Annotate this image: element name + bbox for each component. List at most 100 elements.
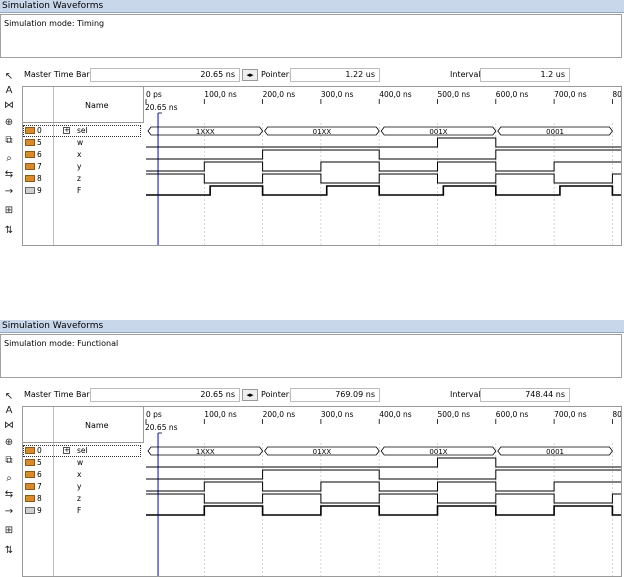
zoom-tool-icon[interactable]: ⊕ [2,116,16,130]
signal-waveform [146,137,621,148]
input-pin-icon [25,139,35,146]
copy-tool-icon[interactable]: ⧉ [2,134,16,148]
signal-name: w [77,138,84,147]
window-title: Simulation Waveforms [0,0,624,13]
input-pin-icon [25,483,35,490]
time-bar: Master Time Bar: 20.65 ns ◂▸ Pointer: 1.… [20,66,624,86]
pointer-field[interactable]: 1.22 us [290,68,380,82]
time-tick-label: 200,0 ns [263,90,296,99]
arrow-right-icon[interactable]: → [2,505,16,519]
time-tick-label: 300,0 ns [321,90,354,99]
signal-row-x[interactable]: 6 x [23,149,144,161]
time-nav-arrows-icon[interactable]: ◂▸ [242,389,258,401]
find-icon[interactable]: ⌕ [2,472,16,486]
input-pin-icon [25,495,35,502]
signal-row-z[interactable]: 8 z [23,493,144,505]
signal-row-w[interactable]: 5 w [23,137,144,149]
cursor-time-label: 20.65 ns [145,423,178,432]
signal-row-F[interactable]: 9 F [23,185,144,197]
time-tick-label: 200,0 ns [263,410,296,419]
count-tool-icon[interactable]: ⊞ [2,204,16,218]
waveform-canvas[interactable]: 0 ps 100,0 ns 200,0 ns 300,0 ns 400,0 ns 500,… [144,87,621,245]
signal-id: 0 [37,126,42,135]
waveform-panel-functional: Simulation Waveforms Simulation mode: Fu… [0,320,624,577]
time-tick-label: 400,0 ns [379,410,412,419]
bus-value: 1XXX [196,128,215,136]
signal-row-sel[interactable]: 0 + sel [23,125,144,137]
sort-icon[interactable]: ⇅ [2,544,16,558]
waveform-canvas[interactable]: 0 ps 100,0 ns 200,0 ns 300,0 ns 400,0 ns 500,… [144,407,621,576]
expand-icon[interactable]: + [63,447,70,454]
time-tick-label: 500,0 ns [438,90,471,99]
name-header: Name [23,407,144,443]
count-tool-icon[interactable]: ⊞ [2,524,16,538]
signal-row-z[interactable]: 8 z [23,173,144,185]
interval-field[interactable]: 1.2 us [480,68,570,82]
signal-id: 8 [37,174,42,183]
master-time-bar-field[interactable]: 20.65 ns [90,68,240,82]
signal-id: 6 [37,150,42,159]
signal-name: y [77,162,82,171]
pointer-tool-icon[interactable]: ↖ [2,70,16,84]
time-nav-arrows-icon[interactable]: ◂▸ [242,69,258,81]
tool-column: ↖ A ⋈ ⊕ ⧉ ⌕ ⇆ → ⊞ ⇅ [0,66,20,236]
waveform-grid: Name 0 + sel 5 w 6 x 7 y 8 z 9 F 0 ps 10… [22,86,622,246]
signal-name: sel [77,126,88,135]
signal-name: z [77,174,81,183]
master-time-bar-field[interactable]: 20.65 ns [90,388,240,402]
sort-icon[interactable]: ⇅ [2,224,16,238]
signal-id: 5 [37,138,42,147]
signal-row-F[interactable]: 9 F [23,505,144,517]
signal-row-x[interactable]: 6 x [23,469,144,481]
signal-waveform [146,173,621,184]
copy-tool-icon[interactable]: ⧉ [2,454,16,468]
signal-waveform [146,505,621,516]
time-tick-label: 500,0 ns [438,410,471,419]
input-pin-icon [25,471,35,478]
tool-column: ↖ A ⋈ ⊕ ⧉ ⌕ ⇆ → ⊞ ⇅ [0,386,20,556]
signal-id: 7 [37,162,42,171]
text-tool-icon[interactable]: A [2,404,16,418]
waveform-grid: Name 0 + sel 5 w 6 x 7 y 8 z 9 F 0 ps 10… [22,406,622,577]
time-tick-label: 100,0 ns [204,410,237,419]
signal-name: F [77,506,82,515]
time-tick-label: 700,0 ns [554,410,587,419]
time-tick-label: 0 ps [146,90,162,99]
arrow-right-icon[interactable]: → [2,185,16,199]
bus-value: 01XX [313,128,332,136]
time-tick-label: 600,0 ns [496,410,529,419]
interval-label: Interval: [450,390,484,399]
signal-waveform [146,185,621,196]
input-pin-icon [25,151,35,158]
signal-row-w[interactable]: 5 w [23,457,144,469]
time-tick-label: 700,0 ns [554,90,587,99]
bus-value: 0001 [546,128,564,136]
signal-row-y[interactable]: 7 y [23,161,144,173]
node-finder-icon[interactable]: ⋈ [2,99,16,113]
text-tool-icon[interactable]: A [2,84,16,98]
signal-name: x [77,470,82,479]
signal-name: F [77,186,82,195]
mode-box: Simulation mode: Timing [0,14,622,58]
signal-waveform [146,149,621,160]
replace-icon[interactable]: ⇆ [2,488,16,502]
find-icon[interactable]: ⌕ [2,152,16,166]
interval-field[interactable]: 748.44 ns [480,388,570,402]
signal-waveform [146,457,621,468]
signal-id: 8 [37,494,42,503]
pointer-label: Pointer: [261,70,292,79]
master-time-bar-label: Master Time Bar: [24,390,93,399]
signal-name: x [77,150,82,159]
expand-icon[interactable]: + [63,127,70,134]
signal-row-y[interactable]: 7 y [23,481,144,493]
waveform-panel-timing: Simulation Waveforms Simulation mode: Ti… [0,0,624,300]
bus-value: 001X [429,448,447,456]
pointer-tool-icon[interactable]: ↖ [2,390,16,404]
pointer-field[interactable]: 769.09 ns [290,388,380,402]
signal-row-sel[interactable]: 0 + sel [23,445,144,457]
name-header-label: Name [85,101,109,110]
zoom-tool-icon[interactable]: ⊕ [2,436,16,450]
simulation-mode: Simulation mode: Timing [4,19,105,28]
replace-icon[interactable]: ⇆ [2,168,16,182]
node-finder-icon[interactable]: ⋈ [2,419,16,433]
